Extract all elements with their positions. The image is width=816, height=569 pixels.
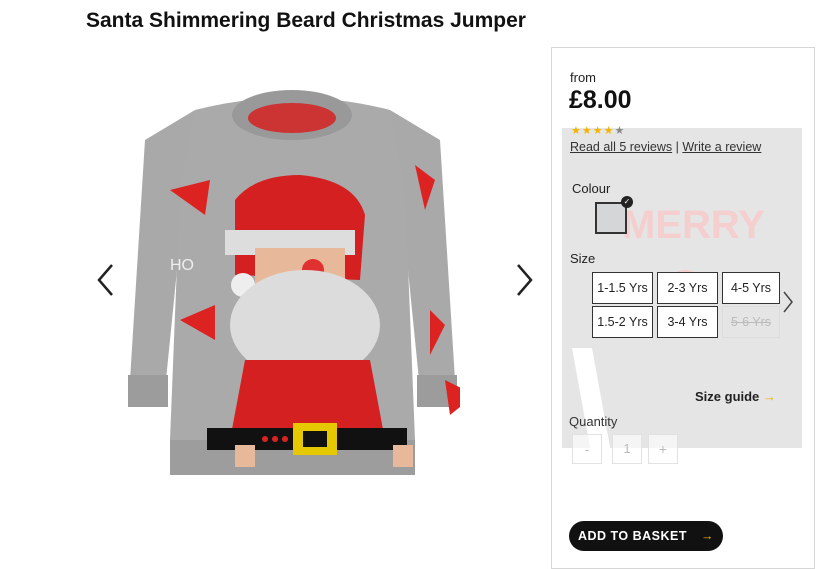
reviews-separator: |	[675, 140, 679, 154]
price-from-label: from	[570, 70, 596, 85]
add-to-basket-button[interactable]: ADD TO BASKET →	[569, 521, 723, 551]
gallery-next-button[interactable]	[508, 260, 538, 300]
quantity-label: Quantity	[569, 414, 618, 429]
size-guide-label: Size guide	[695, 389, 760, 404]
quantity-increase-button[interactable]: +	[648, 434, 678, 464]
read-reviews-link[interactable]: Read all 5 reviews	[570, 140, 672, 154]
product-details-panel: MERRY S from £8.00 ★★★★★ Read all 5 revi…	[551, 47, 815, 569]
star-icons: ★★★★	[571, 125, 615, 137]
rating-stars: ★★★★★	[571, 124, 625, 137]
colour-swatch-grey[interactable]	[595, 202, 627, 234]
size-guide-link[interactable]: Size guide →	[695, 389, 776, 404]
size-option-3-4[interactable]: 3-4 Yrs	[657, 306, 718, 338]
check-icon: ✓	[621, 196, 633, 208]
chevron-right-icon	[517, 264, 533, 296]
size-option-1.5-2[interactable]: 1.5-2 Yrs	[592, 306, 653, 338]
chevron-left-icon	[97, 264, 113, 296]
size-option-4-5[interactable]: 4-5 Yrs	[722, 272, 780, 304]
arrow-right-icon: →	[762, 389, 776, 404]
product-image: HO	[128, 90, 460, 475]
size-option-2-3[interactable]: 2-3 Yrs	[657, 272, 718, 304]
size-option-1-1.5[interactable]: 1-1.5 Yrs	[592, 272, 653, 304]
reviews-links: Read all 5 reviews | Write a review	[570, 140, 761, 154]
product-title: Santa Shimmering Beard Christmas Jumper	[86, 9, 526, 32]
add-to-basket-label: ADD TO BASKET	[577, 529, 688, 543]
colour-label: Colour	[572, 181, 611, 196]
quantity-decrease-button[interactable]: -	[572, 434, 602, 464]
price: £8.00	[569, 86, 632, 114]
write-review-link[interactable]: Write a review	[682, 140, 761, 154]
chevron-right-icon	[783, 291, 793, 313]
svg-text:HO: HO	[170, 257, 194, 274]
size-next-button[interactable]	[780, 288, 796, 316]
arrow-right-icon: →	[701, 529, 715, 543]
gallery-prev-button[interactable]	[92, 260, 122, 300]
half-star-icon: ★	[614, 125, 626, 137]
size-option-5-6[interactable]: 5-6 Yrs	[722, 306, 780, 338]
quantity-input[interactable]: 1	[612, 434, 642, 464]
size-label: Size	[570, 251, 596, 266]
